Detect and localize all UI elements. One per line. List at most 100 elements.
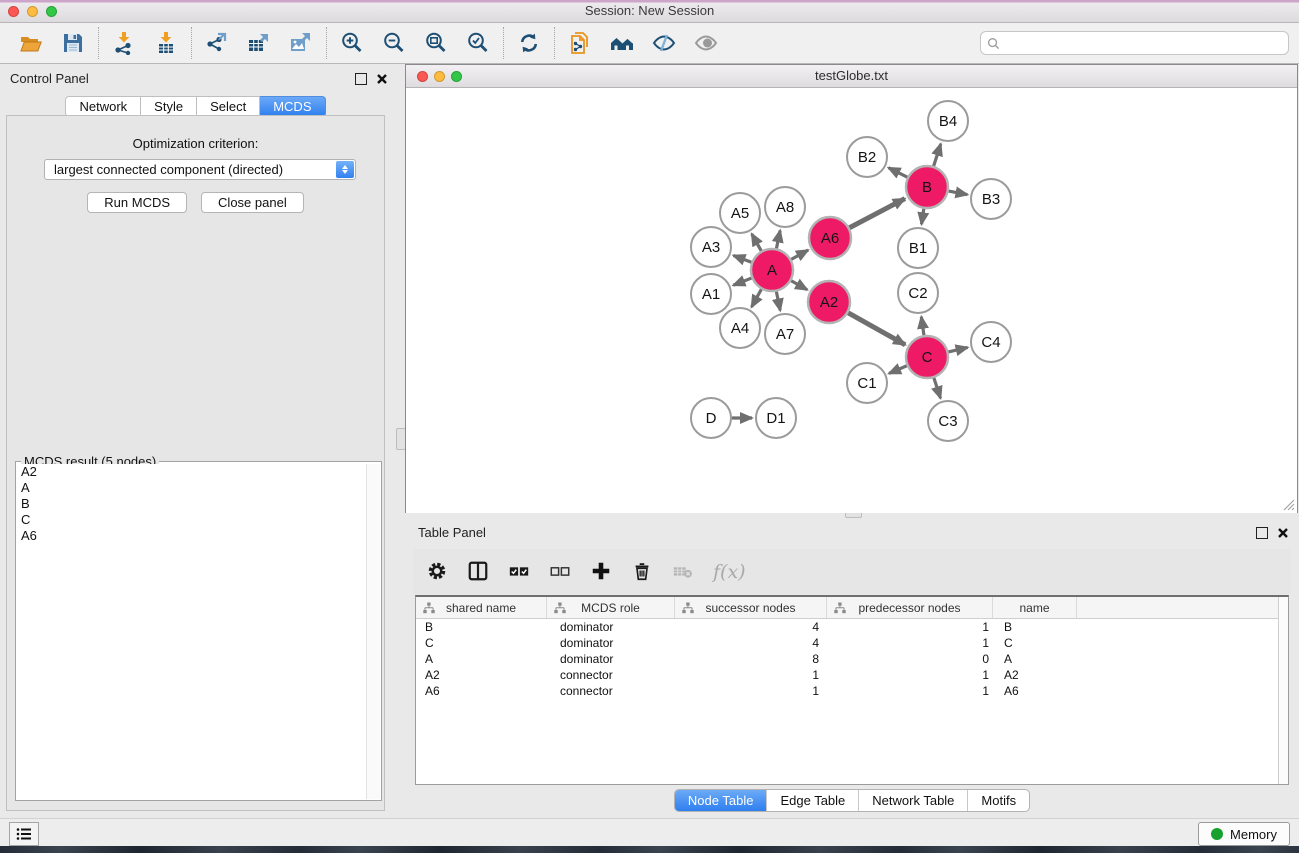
edge-A-A2[interactable] (791, 281, 807, 290)
edge-C-C4[interactable] (948, 347, 967, 352)
mcds-result-item[interactable]: B (17, 496, 367, 512)
zoom-in-icon[interactable] (340, 31, 364, 55)
float-panel-icon[interactable] (355, 73, 367, 85)
cell-shared_name[interactable]: A6 (416, 684, 547, 698)
save-session-icon[interactable] (61, 31, 85, 55)
cell-name[interactable]: A2 (993, 668, 1077, 682)
cell-mcds_role[interactable]: dominator (547, 636, 675, 650)
resize-grip-icon[interactable] (1283, 499, 1295, 511)
cell-mcds_role[interactable]: dominator (547, 652, 675, 666)
network-close-button[interactable] (417, 71, 428, 82)
cell-shared_name[interactable]: B (416, 620, 547, 634)
mcds-result-item[interactable]: A6 (17, 528, 367, 544)
close-panel-icon[interactable] (376, 73, 388, 85)
cell-name[interactable]: A (993, 652, 1077, 666)
cell-shared_name[interactable]: A2 (416, 668, 547, 682)
cell-name[interactable]: C (993, 636, 1077, 650)
memory-button[interactable]: Memory (1198, 822, 1290, 846)
zoom-selected-icon[interactable] (466, 31, 490, 55)
export-network-icon[interactable] (205, 31, 229, 55)
tab-select[interactable]: Select (197, 96, 260, 117)
cell-predecessor_nodes[interactable]: 1 (827, 684, 993, 698)
close-window-button[interactable] (8, 6, 19, 17)
zoom-out-icon[interactable] (382, 31, 406, 55)
open-file-icon[interactable] (19, 31, 43, 55)
column-header-MCDS-role[interactable]: MCDS role (547, 597, 675, 618)
network-canvas[interactable]: AA1A2A3A4A5A6A7A8BB1B2B3B4CC1C2C3C4DD1 (406, 88, 1297, 513)
search-input[interactable] (1000, 35, 1282, 51)
cell-mcds_role[interactable]: connector (547, 668, 675, 682)
mcds-result-item[interactable]: A2 (17, 464, 367, 480)
table-row[interactable]: A2connector11A2 (416, 667, 1288, 683)
cell-predecessor_nodes[interactable]: 1 (827, 620, 993, 634)
table-row[interactable]: Adominator80A (416, 651, 1288, 667)
function-builder-icon[interactable]: f(x) (713, 561, 746, 583)
run-mcds-button[interactable]: Run MCDS (87, 192, 187, 213)
mcds-result-scrollbar[interactable] (366, 464, 380, 799)
cell-name[interactable]: B (993, 620, 1077, 634)
task-history-button[interactable] (9, 822, 39, 846)
table-row[interactable]: A6connector11A6 (416, 683, 1288, 699)
table-scrollbar[interactable] (1278, 597, 1288, 784)
cell-successor_nodes[interactable]: 1 (675, 684, 827, 698)
column-header-predecessor-nodes[interactable]: predecessor nodes (827, 597, 993, 618)
cell-mcds_role[interactable]: dominator (547, 620, 675, 634)
edge-A6-B[interactable] (849, 199, 904, 228)
cell-successor_nodes[interactable]: 4 (675, 620, 827, 634)
refresh-view-icon[interactable] (517, 31, 541, 55)
float-table-panel-icon[interactable] (1256, 527, 1268, 539)
zoom-fit-icon[interactable] (424, 31, 448, 55)
tab-style[interactable]: Style (141, 96, 197, 117)
maximize-window-button[interactable] (46, 6, 57, 17)
tab-node-table[interactable]: Node Table (675, 790, 767, 811)
mcds-result-item[interactable]: A (17, 480, 367, 496)
tab-edge-table[interactable]: Edge Table (766, 790, 858, 811)
export-image-icon[interactable] (289, 31, 313, 55)
close-panel-button[interactable]: Close panel (201, 192, 304, 213)
column-header-successor-nodes[interactable]: successor nodes (675, 597, 827, 618)
edge-C-C2[interactable] (921, 317, 924, 335)
cell-shared_name[interactable]: A (416, 652, 547, 666)
edge-A-A1[interactable] (733, 278, 751, 285)
home-layout-icon[interactable] (610, 31, 634, 55)
cell-predecessor_nodes[interactable]: 0 (827, 652, 993, 666)
tab-motifs[interactable]: Motifs (967, 790, 1029, 811)
add-column-icon[interactable] (590, 560, 614, 584)
cell-predecessor_nodes[interactable]: 1 (827, 636, 993, 650)
optimization-criterion-select[interactable]: largest connected component (directed) (44, 159, 356, 180)
cell-mcds_role[interactable]: connector (547, 684, 675, 698)
edge-A-A5[interactable] (752, 234, 761, 251)
mcds-result-list[interactable]: A2ABCA6 (17, 464, 367, 799)
edge-A-A6[interactable] (791, 250, 808, 259)
import-table-icon[interactable] (154, 31, 178, 55)
cell-successor_nodes[interactable]: 4 (675, 636, 827, 650)
hide-graphics-details-icon[interactable] (652, 31, 676, 55)
edge-C-C1[interactable] (889, 366, 907, 374)
copy-network-icon[interactable] (568, 31, 592, 55)
tab-network-table[interactable]: Network Table (858, 790, 967, 811)
delete-table-icon[interactable] (672, 560, 696, 584)
cell-successor_nodes[interactable]: 1 (675, 668, 827, 682)
tab-network[interactable]: Network (65, 96, 141, 117)
edge-A-A4[interactable] (752, 289, 762, 307)
column-header-name[interactable]: name (993, 597, 1077, 618)
edge-B-B2[interactable] (888, 168, 907, 177)
table-settings-icon[interactable] (426, 560, 450, 584)
minimize-window-button[interactable] (27, 6, 38, 17)
mcds-result-item[interactable]: C (17, 512, 367, 528)
edge-A-A3[interactable] (733, 255, 751, 262)
table-row[interactable]: Cdominator41C (416, 635, 1288, 651)
import-network-icon[interactable] (112, 31, 136, 55)
edge-A2-C[interactable] (848, 313, 905, 345)
edge-A-A8[interactable] (776, 231, 780, 249)
close-table-panel-icon[interactable] (1277, 527, 1289, 539)
network-maximize-button[interactable] (451, 71, 462, 82)
unselect-all-icon[interactable] (549, 560, 573, 584)
split-table-icon[interactable] (467, 560, 491, 584)
table-row[interactable]: Bdominator41B (416, 619, 1288, 635)
edge-A-A7[interactable] (776, 292, 780, 311)
edge-B-B3[interactable] (949, 191, 968, 195)
cell-successor_nodes[interactable]: 8 (675, 652, 827, 666)
search-box[interactable] (980, 31, 1289, 55)
cell-name[interactable]: A6 (993, 684, 1077, 698)
